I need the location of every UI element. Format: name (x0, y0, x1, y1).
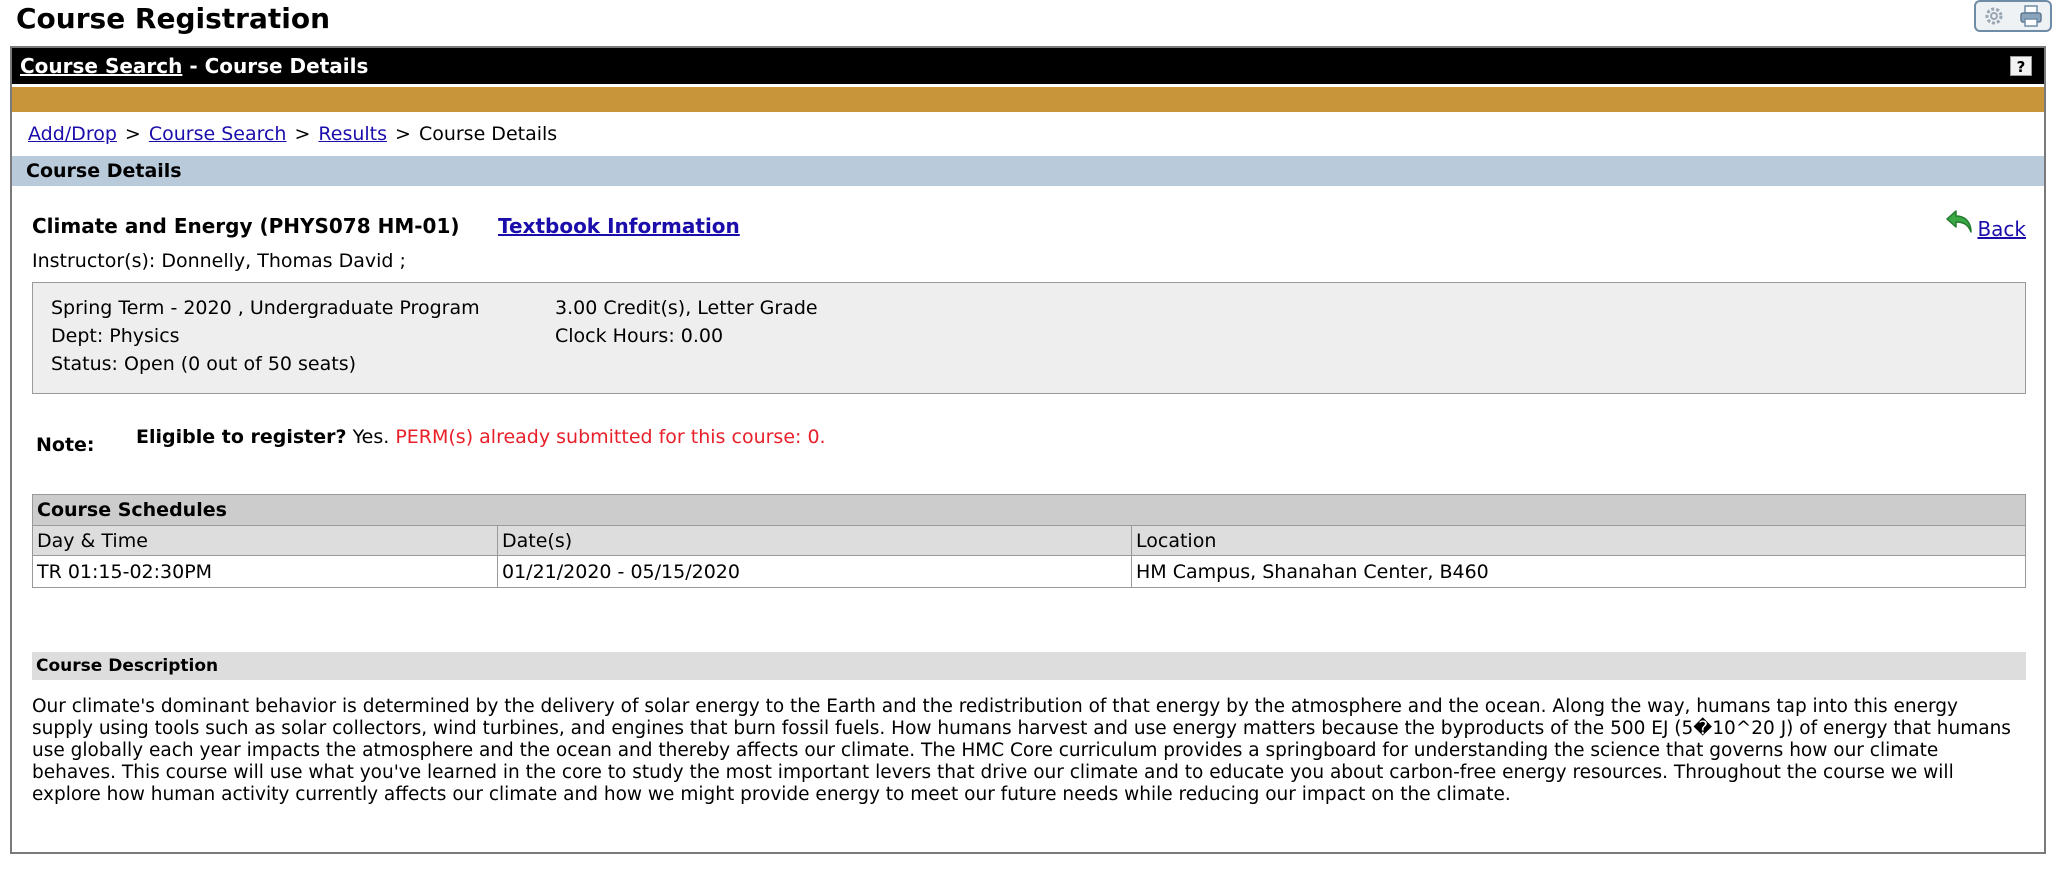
course-search-title-link[interactable]: Course Search (20, 54, 182, 78)
eligible-label: Eligible to register? (136, 426, 347, 448)
panel-titlebar: Course Search - Course Details ? (12, 48, 2044, 87)
clock-hours-text: Clock Hours: 0.00 (555, 325, 724, 347)
table-row: TR 01:15-02:30PM 01/21/2020 - 05/15/2020… (33, 556, 2025, 587)
back-arrow-icon (1945, 208, 1975, 241)
eligible-value: Yes. (346, 426, 396, 448)
course-info-box: Spring Term - 2020 , Undergraduate Progr… (32, 282, 2026, 394)
schedule-location: HM Campus, Shanahan Center, B460 (1136, 560, 1489, 583)
course-description-text: Our climate's dominant behavior is deter… (32, 696, 2011, 805)
course-name: Climate and Energy (PHYS078 HM-01) (32, 214, 460, 238)
back-label: Back (1977, 217, 2026, 241)
column-header-location: Location (1136, 529, 1217, 552)
printer-icon[interactable] (2018, 4, 2044, 28)
breadcrumb: Add/Drop > Course Search > Results > Cou… (12, 112, 2044, 156)
breadcrumb-separator: > (395, 123, 411, 145)
schedule-dates: 01/21/2020 - 05/15/2020 (498, 556, 1132, 587)
accent-bar (12, 87, 2044, 112)
column-header-day-time: Day & Time (33, 526, 498, 555)
section-title: Course Details (12, 156, 2044, 186)
textbook-info-link[interactable]: Textbook Information (498, 214, 740, 238)
page-tools (1974, 0, 2052, 32)
instructor-text: Instructor(s): Donnelly, Thomas David ; (32, 250, 406, 272)
breadcrumb-course-search[interactable]: Course Search (149, 123, 287, 145)
breadcrumb-separator: > (124, 123, 141, 145)
course-details-panel: Course Search - Course Details ? Add/Dro… (10, 46, 2046, 854)
gear-icon[interactable] (1982, 4, 2006, 28)
note-section: Note: Eligible to register? Yes. PERM(s)… (12, 394, 2044, 494)
page-header: Course Registration (0, 0, 2056, 46)
breadcrumb-separator: > (294, 123, 311, 145)
help-button[interactable]: ? (2010, 56, 2032, 76)
table-header-row: Day & Time Date(s) Location (33, 525, 2025, 556)
breadcrumb-current: Course Details (418, 123, 558, 145)
credits-text: 3.00 Credit(s), Letter Grade (555, 297, 818, 319)
schedule-day-time: TR 01:15-02:30PM (33, 556, 498, 587)
breadcrumb-results[interactable]: Results (318, 123, 387, 145)
column-header-dates: Date(s) (498, 526, 1132, 555)
course-schedules-table: Course Schedules Day & Time Date(s) Loca… (32, 494, 2026, 588)
schedules-title: Course Schedules (33, 495, 2025, 525)
dept-text: Dept: Physics (51, 325, 180, 347)
perm-status-text: PERM(s) already submitted for this cours… (395, 426, 826, 448)
back-link[interactable]: Back (1945, 208, 2026, 241)
page-title: Course Registration (16, 2, 331, 35)
status-text: Status: Open (0 out of 50 seats) (51, 353, 357, 375)
note-label: Note: (36, 434, 95, 456)
breadcrumb-add-drop[interactable]: Add/Drop (28, 123, 117, 145)
term-text: Spring Term - 2020 , Undergraduate Progr… (51, 297, 480, 319)
note-text: Eligible to register? Yes. PERM(s) alrea… (136, 426, 826, 448)
course-header: Climate and Energy (PHYS078 HM-01) Textb… (12, 186, 2044, 250)
instructor-row: Instructor(s): Donnelly, Thomas David ; (12, 250, 2044, 274)
titlebar-suffix: - Course Details (182, 54, 369, 78)
description-title: Course Description (32, 652, 2026, 680)
